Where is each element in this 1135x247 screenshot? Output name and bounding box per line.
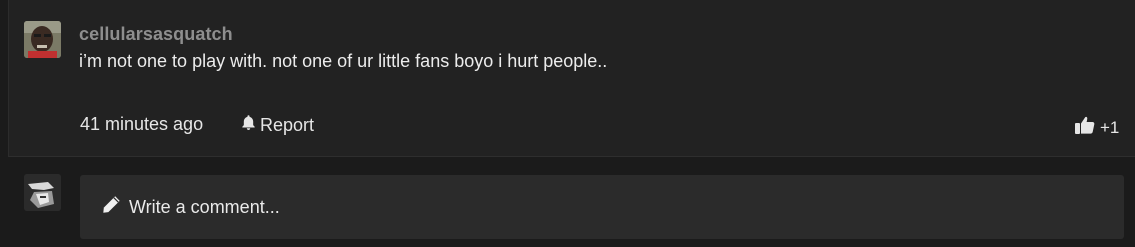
comment-timestamp[interactable]: 41 minutes ago: [80, 114, 203, 135]
report-button[interactable]: Report: [240, 114, 314, 136]
bell-icon: [240, 114, 260, 136]
comment-text: i’m not one to play with. not one of ur …: [79, 51, 608, 71]
commenter-avatar[interactable]: [24, 21, 61, 58]
thumbs-up-icon: [1074, 114, 1100, 141]
like-count: +1: [1100, 117, 1120, 137]
like-button[interactable]: +1: [1074, 114, 1119, 141]
report-label: Report: [260, 114, 315, 135]
comments-section: cellularsasquatch i’m not one to play wi…: [0, 0, 1135, 247]
current-user-avatar[interactable]: [24, 174, 61, 211]
write-comment-placeholder: Write a comment...: [129, 196, 280, 217]
write-comment-input[interactable]: Write a comment...: [80, 175, 1124, 239]
commenter-username[interactable]: cellularsasquatch: [79, 24, 233, 45]
pencil-icon: [80, 194, 129, 220]
